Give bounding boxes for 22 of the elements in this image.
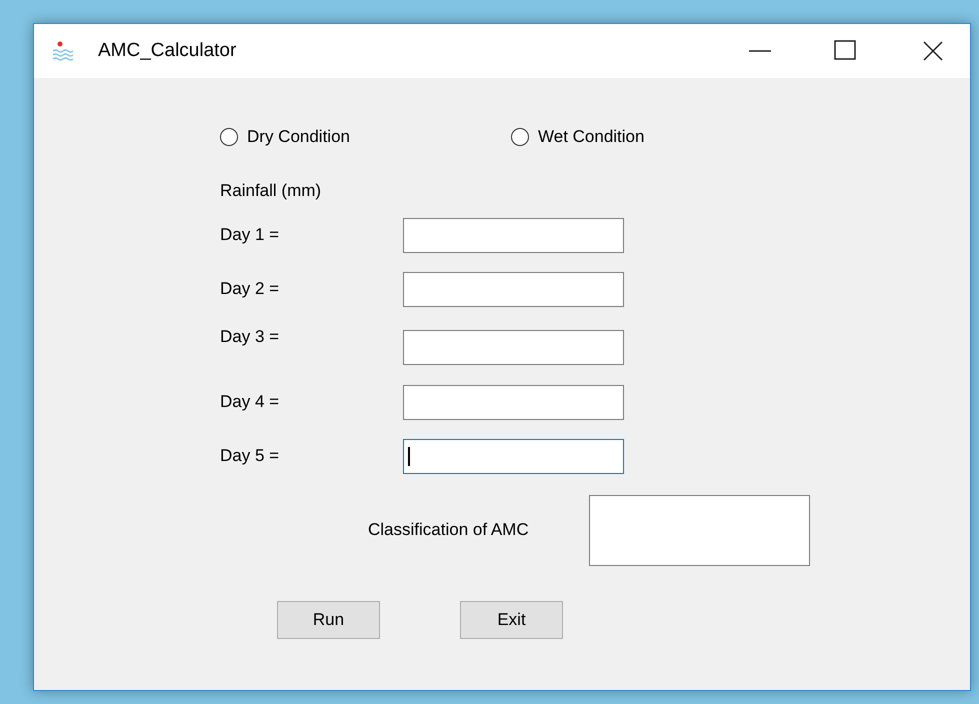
water-icon	[52, 40, 74, 62]
day-label: Day 4 =	[220, 391, 280, 414]
input-field[interactable]	[403, 218, 624, 252]
maximize-icon[interactable]	[834, 40, 856, 62]
input-field[interactable]	[403, 438, 624, 474]
minimize-icon[interactable]	[749, 49, 771, 53]
window-title: AMC_Calculator	[98, 38, 236, 63]
input-field[interactable]	[403, 384, 624, 420]
action-button[interactable]: Run	[277, 600, 380, 638]
radio-button[interactable]: Dry Condition	[220, 124, 511, 150]
text-cursor	[408, 446, 410, 466]
input-field[interactable]	[403, 272, 624, 306]
day-label: Day 1 =	[220, 224, 280, 246]
rainfall-label: Rainfall (mm)	[220, 180, 322, 202]
day-label: Day 2 =	[220, 278, 280, 300]
input-field[interactable]	[403, 330, 624, 364]
close-icon[interactable]	[923, 41, 943, 61]
classification-label: Classification of AMC	[368, 519, 529, 542]
day-label: Day 3 =	[220, 326, 280, 348]
day-label: Day 5 =	[220, 445, 280, 468]
action-button[interactable]: Exit	[460, 600, 563, 638]
radio-button[interactable]: Wet Condition	[511, 124, 644, 150]
